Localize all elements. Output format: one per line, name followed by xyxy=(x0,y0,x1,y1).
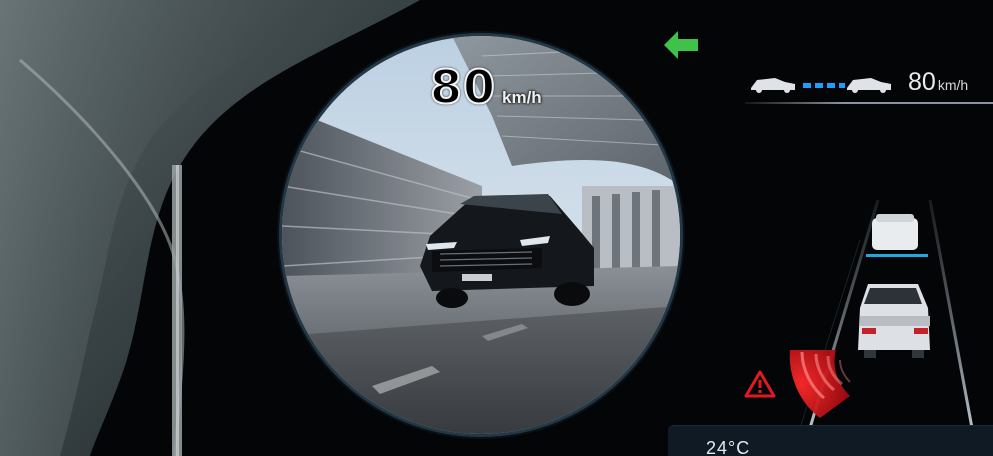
gap-dots-icon xyxy=(803,83,845,88)
cruise-speed-unit: km/h xyxy=(937,77,969,93)
lead-car-icon xyxy=(872,214,918,250)
cruise-control-bar: 80 km/h xyxy=(745,62,993,107)
bvm-speed-unit: km/h xyxy=(502,88,542,107)
turn-left-arrow-icon xyxy=(664,31,698,59)
vehicle-gap-indicator xyxy=(751,78,891,93)
own-car-icon xyxy=(858,284,930,358)
cruise-divider xyxy=(745,102,993,104)
cruise-speed-value: 80 xyxy=(908,68,936,96)
info-panel: 24°C xyxy=(668,426,993,456)
info-panel-value: 24°C xyxy=(706,438,751,456)
blind-spot-wave-icon xyxy=(789,350,851,418)
lane-assist-view xyxy=(744,200,974,428)
blind-spot-camera-view: 80 km/h xyxy=(282,36,680,434)
bvm-speed-value: 80 xyxy=(429,59,497,115)
cluster-display: 80 km/h 80 km/h 24°C xyxy=(0,0,993,456)
warning-triangle-icon xyxy=(744,370,776,398)
bvm-speed-readout: 80 km/h xyxy=(429,59,542,115)
cruise-speed-readout: 80 km/h xyxy=(908,68,968,97)
